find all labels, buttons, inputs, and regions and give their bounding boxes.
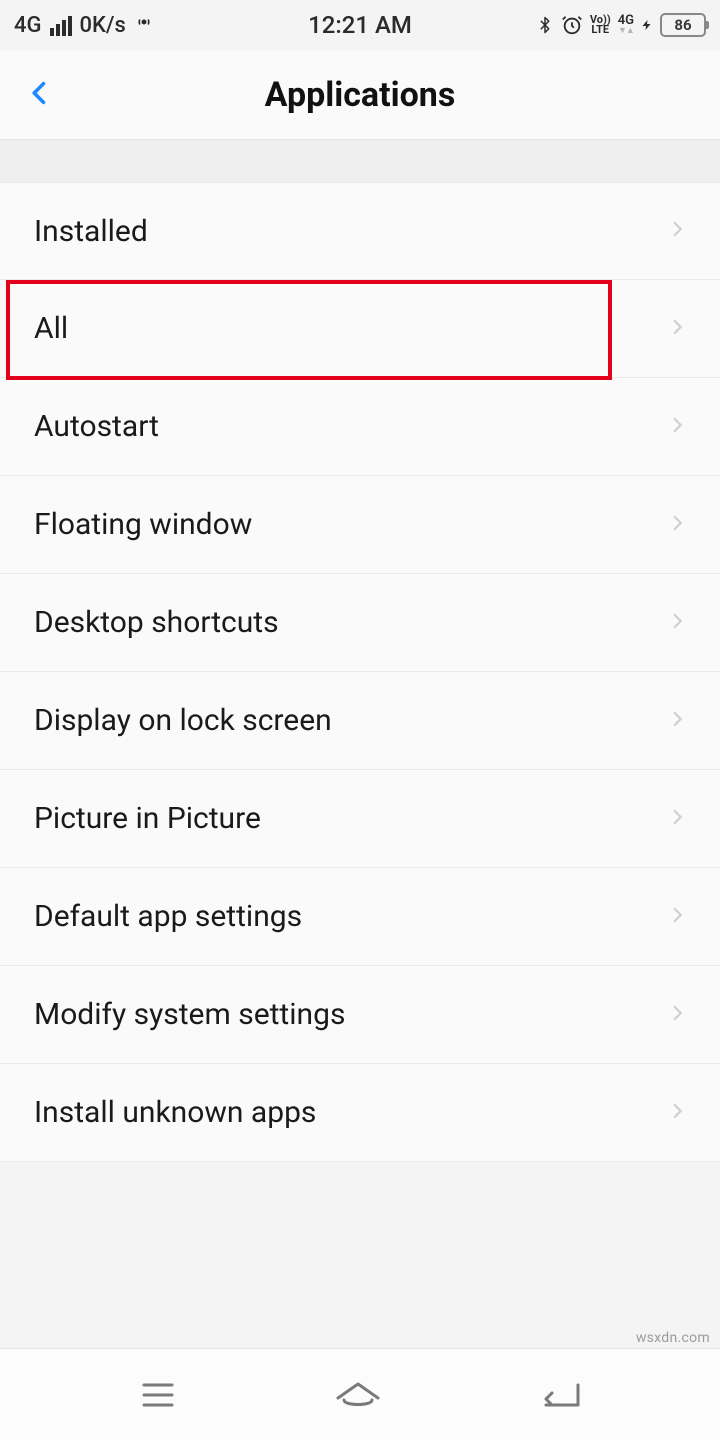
row-all[interactable]: All xyxy=(0,280,720,378)
back-button[interactable] xyxy=(26,71,54,119)
status-time: 12:21 AM xyxy=(308,11,412,39)
hotspot-icon xyxy=(134,12,154,38)
network-type: 4G xyxy=(14,13,42,38)
signal-bars-icon xyxy=(50,14,72,36)
chevron-right-icon xyxy=(668,704,686,738)
row-label: Desktop shortcuts xyxy=(34,605,279,640)
section-gap xyxy=(0,140,720,182)
volte-indicator: Vo)) LTE xyxy=(590,15,611,35)
row-label: Picture in Picture xyxy=(34,801,261,836)
watermark: wsxdn.com xyxy=(636,1330,710,1346)
row-installed[interactable]: Installed xyxy=(0,182,720,280)
settings-list: Installed All Autostart Floating window … xyxy=(0,182,720,1162)
row-display-on-lock-screen[interactable]: Display on lock screen xyxy=(0,672,720,770)
navigation-bar xyxy=(0,1348,720,1440)
chevron-right-icon xyxy=(668,998,686,1032)
chevron-right-icon xyxy=(668,214,686,248)
charging-icon xyxy=(641,14,653,36)
data-speed: 0K/s xyxy=(80,13,126,38)
row-label: Default app settings xyxy=(34,899,302,934)
app-header: Applications xyxy=(0,50,720,140)
secondary-network-indicator: 4G ▼▲ xyxy=(618,14,634,36)
row-floating-window[interactable]: Floating window xyxy=(0,476,720,574)
row-label: Installed xyxy=(34,214,148,249)
row-picture-in-picture[interactable]: Picture in Picture xyxy=(0,770,720,868)
chevron-right-icon xyxy=(668,1096,686,1130)
battery-indicator: 86 xyxy=(660,13,706,37)
row-label: Floating window xyxy=(34,507,252,542)
status-right: Vo)) LTE 4G ▼▲ 86 xyxy=(536,13,706,37)
nav-home-button[interactable] xyxy=(334,1380,382,1410)
chevron-right-icon xyxy=(668,606,686,640)
chevron-right-icon xyxy=(668,312,686,346)
row-autostart[interactable]: Autostart xyxy=(0,378,720,476)
row-label: Install unknown apps xyxy=(34,1095,316,1130)
nav-back-button[interactable] xyxy=(538,1379,582,1411)
row-default-app-settings[interactable]: Default app settings xyxy=(0,868,720,966)
page-title: Applications xyxy=(265,75,456,115)
chevron-right-icon xyxy=(668,802,686,836)
row-label: Display on lock screen xyxy=(34,703,332,738)
status-left: 4G 0K/s xyxy=(14,12,154,38)
chevron-right-icon xyxy=(668,410,686,444)
chevron-right-icon xyxy=(668,508,686,542)
bluetooth-icon xyxy=(536,13,554,37)
row-label: Autostart xyxy=(34,409,159,444)
status-bar: 4G 0K/s 12:21 AM Vo)) xyxy=(0,0,720,50)
battery-level: 86 xyxy=(660,13,706,37)
row-label: All xyxy=(34,311,68,346)
chevron-right-icon xyxy=(668,900,686,934)
row-desktop-shortcuts[interactable]: Desktop shortcuts xyxy=(0,574,720,672)
row-install-unknown-apps[interactable]: Install unknown apps xyxy=(0,1064,720,1162)
alarm-icon xyxy=(561,14,583,36)
row-modify-system-settings[interactable]: Modify system settings xyxy=(0,966,720,1064)
row-label: Modify system settings xyxy=(34,997,345,1032)
nav-recents-button[interactable] xyxy=(138,1381,178,1409)
